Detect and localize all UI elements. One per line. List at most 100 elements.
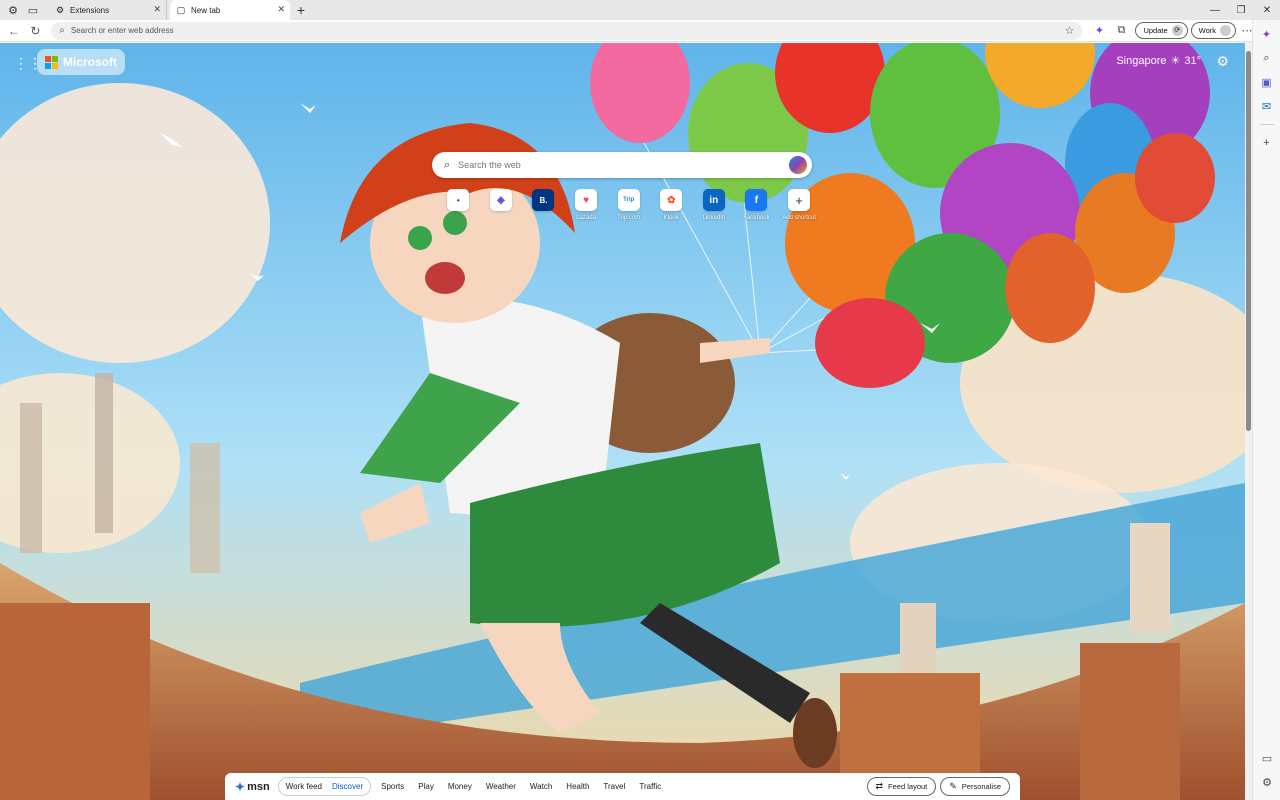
copilot-sidebar-icon[interactable]: ✦ bbox=[1257, 24, 1277, 44]
add-shortcut-button[interactable]: + Add shortcut bbox=[778, 189, 821, 221]
address-bar[interactable]: ⌕ Search or enter web address ☆ bbox=[51, 21, 1083, 40]
shortcut-label: Klook bbox=[663, 215, 679, 221]
linkedin-icon: in bbox=[702, 189, 725, 211]
weather-sun-icon: ☀ bbox=[1170, 55, 1181, 67]
search-icon: ⌕ bbox=[59, 25, 65, 36]
restore-icon[interactable]: ❐ bbox=[1228, 0, 1254, 20]
feed-tab-group: Work feed Discover bbox=[277, 777, 372, 796]
sidebar-divider bbox=[1259, 124, 1274, 125]
profile-button[interactable]: Work bbox=[1190, 22, 1236, 39]
tab-title: New tab bbox=[191, 5, 221, 15]
toolbar: ← ↻ ⌕ Search or enter web address ☆ ✦ ⧉ … bbox=[0, 20, 1280, 42]
back-icon[interactable]: ← bbox=[3, 20, 25, 42]
tab-new-tab[interactable]: ▢ New tab ✕ bbox=[170, 0, 290, 20]
copilot-extension-icon[interactable]: ✦ bbox=[1088, 20, 1110, 42]
lazada-icon: ♥ bbox=[575, 189, 598, 211]
booking-icon: B. bbox=[532, 189, 555, 211]
shortcut-linkedin[interactable]: in LinkedIn bbox=[693, 189, 736, 221]
tab-strip: ⚙ ▭ ⚙ Extensions ✕ ▢ New tab ✕ + — ❐ ✕ bbox=[0, 0, 1280, 20]
personalise-icon: ✎ bbox=[949, 781, 957, 791]
brand-label: Microsoft bbox=[63, 55, 117, 69]
shortcut-label: Add shortcut bbox=[782, 215, 816, 221]
search-input[interactable] bbox=[458, 160, 779, 170]
shortcut-facebook[interactable]: f Facebook bbox=[735, 189, 778, 221]
shortcut-icon: • bbox=[447, 189, 470, 211]
feed-link-watch[interactable]: Watch bbox=[530, 782, 552, 791]
page-icon: ▢ bbox=[176, 4, 186, 15]
tab-extensions[interactable]: ⚙ Extensions ✕ bbox=[49, 0, 167, 20]
update-button[interactable]: Update ⟳ bbox=[1135, 22, 1188, 39]
shortcut-lazada[interactable]: ♥ Lazada bbox=[565, 189, 608, 221]
msn-label: msn bbox=[247, 780, 270, 793]
feed-link-play[interactable]: Play bbox=[418, 782, 434, 791]
sidebar-settings-gear-icon[interactable]: ⚙ bbox=[1257, 772, 1277, 792]
tab-work-feed[interactable]: Work feed bbox=[281, 782, 327, 791]
feed-link-traffic[interactable]: Traffic bbox=[639, 782, 661, 791]
refresh-icon[interactable]: ↻ bbox=[25, 20, 47, 42]
screen-capture-icon[interactable]: ▭ bbox=[1257, 748, 1277, 768]
new-tab-button[interactable]: + bbox=[290, 0, 312, 20]
shortcut-klook[interactable]: ✿ Klook bbox=[650, 189, 693, 221]
shortcut-label: Trip.com bbox=[617, 215, 641, 221]
feed-link-weather[interactable]: Weather bbox=[486, 782, 516, 791]
close-tab-icon[interactable]: ✕ bbox=[277, 4, 285, 15]
weather-location: Singapore bbox=[1116, 54, 1167, 67]
msn-logo[interactable]: ✦ msn bbox=[235, 780, 270, 794]
teams-icon[interactable]: ▣ bbox=[1257, 72, 1277, 92]
shortcut-icon: ◈ bbox=[489, 189, 512, 211]
favorite-star-icon[interactable]: ☆ bbox=[1065, 24, 1075, 37]
tab-discover[interactable]: Discover bbox=[327, 782, 368, 791]
weather-widget[interactable]: Singapore ☀ 31° bbox=[1116, 54, 1201, 68]
close-tab-icon[interactable]: ✕ bbox=[153, 4, 161, 15]
add-icon: + bbox=[788, 189, 811, 211]
page-scrollbar[interactable] bbox=[1245, 43, 1252, 800]
extensions-puzzle-icon[interactable]: ⧉ bbox=[1110, 20, 1132, 42]
extensions-icon: ⚙ bbox=[55, 4, 65, 15]
update-icon: ⟳ bbox=[1171, 25, 1183, 36]
tab-title: Extensions bbox=[70, 5, 110, 15]
shortcut-tile[interactable]: B. bbox=[522, 189, 565, 221]
avatar bbox=[1220, 25, 1231, 36]
quick-links: • ◈ B. ♥ Lazada Trip Trip.com ✿ Klook in… bbox=[437, 189, 820, 221]
shortcut-label: Facebook bbox=[743, 215, 770, 221]
edge-sidebar: ✦ ⌕ ▣ ✉ + ▭ ⚙ bbox=[1252, 20, 1280, 800]
profile-label: Work bbox=[1198, 26, 1216, 35]
msn-butterfly-icon: ✦ bbox=[235, 779, 246, 794]
workspaces-icon[interactable]: ⚙ bbox=[3, 0, 23, 20]
feed-layout-label: Feed layout bbox=[888, 782, 928, 791]
personalise-button[interactable]: ✎ Personalise bbox=[940, 777, 1010, 796]
layout-icon: ⇄ bbox=[875, 781, 884, 791]
feed-link-health[interactable]: Health bbox=[566, 782, 589, 791]
web-search-box[interactable]: ⌕ bbox=[432, 152, 812, 178]
trip-com-icon: Trip bbox=[617, 189, 640, 211]
new-tab-page: ⋮⋮⋮ Microsoft Singapore ☀ 31° ⚙ ⌕ • ◈ B. bbox=[0, 43, 1245, 800]
scrollbar-thumb[interactable] bbox=[1246, 51, 1251, 431]
feed-link-travel[interactable]: Travel bbox=[603, 782, 625, 791]
search-icon: ⌕ bbox=[444, 158, 451, 171]
shortcut-tile[interactable]: • bbox=[437, 189, 480, 221]
tab-actions-icon[interactable]: ▭ bbox=[23, 0, 43, 20]
page-settings-gear-icon[interactable]: ⚙ bbox=[1216, 53, 1229, 70]
shortcut-label: LinkedIn bbox=[702, 215, 726, 221]
search-icon[interactable]: ⌕ bbox=[1257, 48, 1277, 68]
feed-link-sports[interactable]: Sports bbox=[381, 782, 404, 791]
address-placeholder: Search or enter web address bbox=[70, 26, 174, 35]
feed-layout-button[interactable]: ⇄ Feed layout bbox=[866, 777, 937, 796]
feed-link-money[interactable]: Money bbox=[448, 782, 472, 791]
facebook-icon: f bbox=[745, 189, 768, 211]
add-app-icon[interactable]: + bbox=[1257, 133, 1277, 153]
update-label: Update bbox=[1143, 26, 1168, 35]
minimize-icon[interactable]: — bbox=[1202, 0, 1228, 20]
personalise-label: Personalise bbox=[961, 782, 1001, 791]
shortcut-tile[interactable]: ◈ bbox=[480, 189, 523, 221]
close-window-icon[interactable]: ✕ bbox=[1254, 0, 1280, 20]
microsoft-logo[interactable]: Microsoft bbox=[37, 49, 125, 75]
weather-temperature: 31° bbox=[1184, 54, 1201, 67]
copilot-icon[interactable] bbox=[789, 156, 807, 174]
microsoft-logo-icon bbox=[45, 55, 58, 69]
shortcut-trip-com[interactable]: Trip Trip.com bbox=[607, 189, 650, 221]
outlook-icon[interactable]: ✉ bbox=[1257, 96, 1277, 116]
klook-icon: ✿ bbox=[660, 189, 683, 211]
msn-feed-bar: ✦ msn Work feed Discover Sports Play Mon… bbox=[225, 773, 1020, 800]
shortcut-label: Lazada bbox=[576, 215, 596, 221]
